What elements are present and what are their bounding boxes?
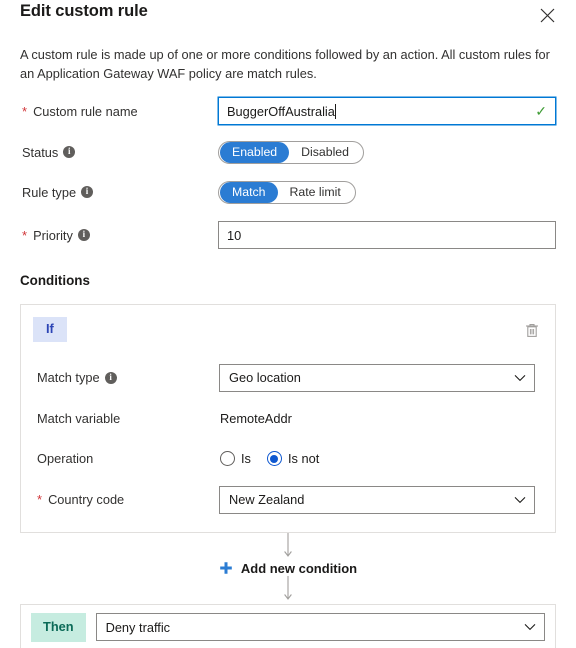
rule-type-option-match[interactable]: Match	[220, 181, 278, 203]
action-value: Deny traffic	[105, 619, 171, 635]
priority-input[interactable]: 10	[218, 221, 556, 249]
custom-rule-name-row: * Custom rule name BuggerOffAustralia ✓	[20, 97, 556, 125]
condition-card-body: Match type Geo location Match variable	[21, 342, 555, 532]
operation-label-text: Operation	[37, 451, 94, 467]
chevron-down-icon	[514, 496, 526, 504]
condition-card-header: If	[21, 305, 555, 342]
operation-radio-is-not-label: Is not	[287, 451, 320, 467]
match-type-dropdown[interactable]: Geo location	[219, 363, 535, 392]
rule-type-row: Rule type Match Rate limit	[20, 179, 556, 205]
checkmark-icon: ✓	[535, 103, 547, 119]
required-asterisk: *	[22, 227, 28, 243]
country-code-label-text: Country code	[48, 492, 125, 508]
priority-label: * Priority	[20, 228, 218, 243]
match-variable-row: Match variable RemoteAddr	[33, 406, 543, 432]
country-code-label: * Country code	[33, 492, 219, 507]
action-dropdown[interactable]: Deny traffic	[95, 613, 545, 642]
chevron-down-icon	[514, 374, 526, 382]
operation-label: Operation	[33, 451, 219, 466]
priority-value: 10	[227, 227, 242, 243]
info-icon[interactable]	[77, 229, 90, 241]
required-asterisk: *	[22, 103, 28, 119]
match-type-row: Match type Geo location	[33, 363, 543, 392]
custom-rule-name-label-text: Custom rule name	[33, 103, 138, 119]
operation-radio-is-label: Is	[241, 451, 251, 467]
status-row: Status Enabled Disabled	[20, 139, 556, 165]
radio-circle	[266, 451, 282, 467]
page-title: Edit custom rule	[20, 2, 148, 20]
info-icon[interactable]	[104, 371, 117, 384]
status-option-disabled[interactable]: Disabled	[289, 142, 363, 163]
rule-type-toggle[interactable]: Match Rate limit	[218, 180, 356, 204]
add-new-condition-button[interactable]: Add new condition	[20, 561, 556, 576]
rule-type-label: Rule type	[20, 185, 218, 200]
status-label: Status	[20, 145, 218, 160]
custom-rule-name-value: BuggerOffAustralia	[227, 103, 335, 119]
operation-row: Operation Is Is not	[33, 446, 543, 472]
priority-row: * Priority 10	[20, 221, 556, 249]
chevron-down-icon	[524, 623, 536, 631]
trash-icon[interactable]	[521, 319, 543, 341]
match-variable-label-text: Match variable	[37, 411, 121, 427]
info-icon[interactable]	[63, 146, 76, 158]
rule-type-option-rate-limit[interactable]: Rate limit	[278, 182, 355, 203]
then-badge: Then	[31, 612, 86, 642]
radio-circle	[220, 451, 235, 467]
country-code-dropdown[interactable]: New Zealand	[219, 485, 535, 514]
rule-type-label-text: Rule type	[22, 184, 77, 200]
panel-header: Edit custom rule	[20, 0, 556, 32]
connector-arrow-top	[20, 532, 556, 561]
country-code-row: * Country code New Zealand	[33, 485, 543, 514]
match-type-label: Match type	[33, 370, 219, 385]
if-badge: If	[33, 317, 67, 342]
match-variable-value: RemoteAddr	[220, 411, 292, 427]
action-card: Then Deny traffic	[20, 603, 556, 648]
custom-rule-name-label: * Custom rule name	[20, 104, 218, 119]
text-caret	[335, 103, 337, 119]
match-type-value: Geo location	[229, 370, 301, 386]
priority-label-text: Priority	[33, 227, 73, 243]
required-asterisk: *	[37, 492, 43, 508]
status-toggle[interactable]: Enabled Disabled	[218, 140, 364, 164]
status-label-text: Status	[22, 144, 59, 160]
edit-custom-rule-panel: Edit custom rule A custom rule is made u…	[0, 0, 576, 648]
operation-radio-is-not[interactable]: Is not	[266, 451, 320, 467]
panel-description: A custom rule is made up of one or more …	[20, 47, 550, 81]
country-code-value: New Zealand	[229, 492, 305, 508]
conditions-heading: Conditions	[20, 273, 90, 288]
operation-radio-group: Is Is not	[219, 451, 320, 467]
plus-icon	[219, 561, 233, 575]
operation-radio-is[interactable]: Is	[220, 451, 251, 467]
connector-arrow-bottom	[20, 575, 556, 604]
add-new-condition-label: Add new condition	[240, 560, 358, 576]
match-variable-label: Match variable	[33, 411, 219, 426]
match-type-label-text: Match type	[37, 370, 100, 386]
radio-dot	[270, 454, 279, 463]
condition-card: If Match type Geo location	[20, 304, 556, 533]
close-icon[interactable]	[532, 0, 562, 30]
info-icon[interactable]	[81, 186, 94, 198]
custom-rule-name-input[interactable]: BuggerOffAustralia ✓	[218, 97, 556, 125]
status-option-enabled[interactable]: Enabled	[220, 141, 290, 163]
